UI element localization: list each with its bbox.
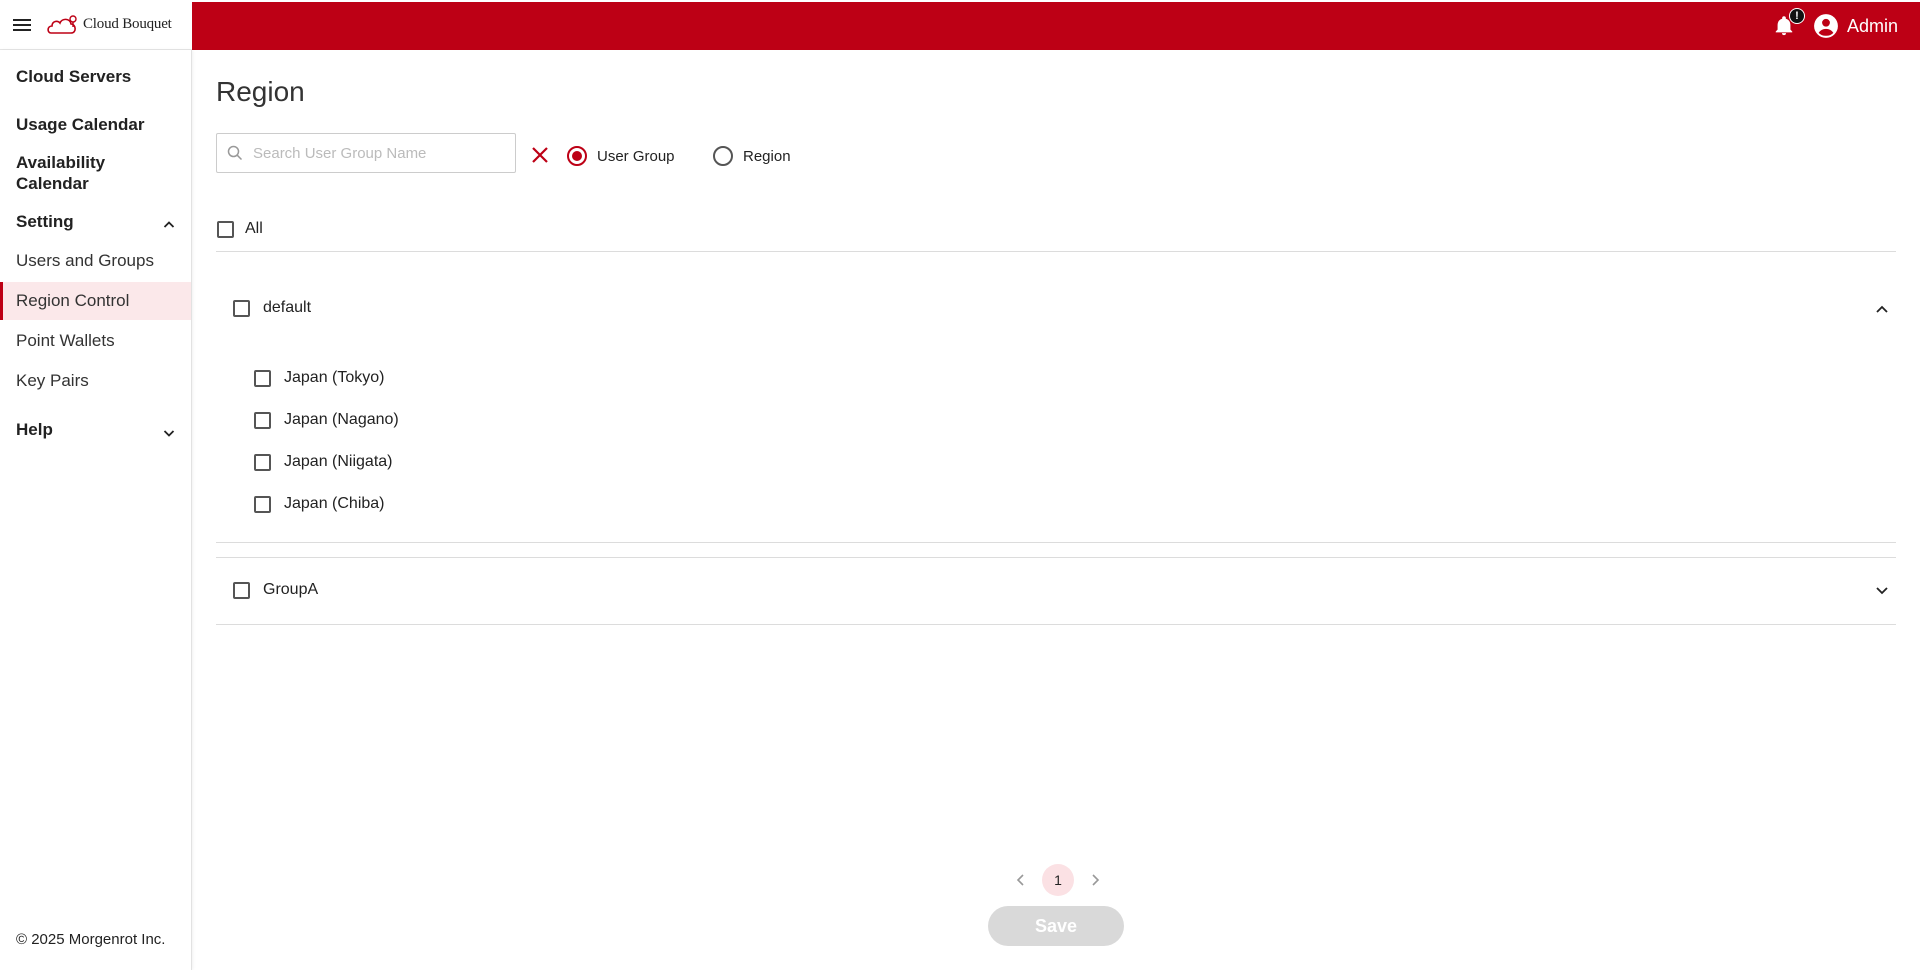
cloud-bouquet-logo-icon (47, 14, 77, 34)
chevron-up-icon (1876, 305, 1888, 313)
radio-region[interactable]: Region (713, 146, 791, 166)
page-title: Region (216, 76, 305, 107)
region-row[interactable]: Japan (Niigata) (254, 453, 393, 471)
group-row-default[interactable]: default (233, 299, 311, 317)
save-button[interactable]: Save (988, 906, 1124, 946)
search-icon (227, 145, 243, 161)
top-header: ! Admin (192, 2, 1920, 50)
divider (216, 624, 1896, 625)
account-circle-icon (1814, 14, 1838, 38)
region-name: Japan (Nagano) (284, 411, 399, 428)
region-name: Japan (Chiba) (284, 495, 385, 512)
brand-bar: Cloud Bouquet (0, 0, 192, 50)
divider (216, 557, 1896, 558)
main-content: Region User Group Region All (192, 50, 1920, 970)
notification-badge: ! (1788, 8, 1805, 24)
collapse-group-button[interactable] (1874, 301, 1890, 317)
sidebar-item-label: Point Wallets (16, 331, 115, 350)
sidebar-item-point-wallets[interactable]: Point Wallets (0, 326, 191, 356)
search-input[interactable] (253, 144, 503, 162)
region-row[interactable]: Japan (Chiba) (254, 495, 385, 513)
group-name: GroupA (263, 581, 319, 598)
clear-search-button[interactable] (530, 145, 550, 165)
pagination: 1 (1014, 864, 1102, 896)
chevron-left-icon (1016, 874, 1024, 886)
region-name: Japan (Tokyo) (284, 369, 385, 386)
select-all-checkbox[interactable] (217, 220, 234, 238)
sidebar-item-label: Availability Calendar (16, 153, 106, 193)
region-row[interactable]: Japan (Tokyo) (254, 369, 385, 387)
sidebar-item-cloud-servers[interactable]: Cloud Servers (0, 62, 191, 92)
sidebar-item-label: Cloud Servers (16, 67, 132, 86)
region-checkbox[interactable] (254, 411, 271, 429)
sidebar-item-label: Key Pairs (16, 371, 89, 390)
divider (216, 542, 1896, 543)
radio-label: User Group (597, 147, 675, 165)
brand-name: Cloud Bouquet (83, 16, 172, 32)
page-number-current[interactable]: 1 (1042, 864, 1074, 896)
chevron-down-icon (1876, 587, 1888, 595)
group-checkbox[interactable] (233, 299, 250, 317)
sidebar: Cloud Servers Usage Calendar Availabilit… (0, 50, 192, 970)
search-field[interactable] (216, 133, 516, 173)
chevron-up-icon (163, 216, 175, 228)
user-name: Admin (1846, 15, 1898, 36)
chevron-down-icon (163, 424, 175, 437)
sidebar-item-key-pairs[interactable]: Key Pairs (0, 366, 191, 396)
group-checkbox[interactable] (233, 581, 250, 599)
copyright: © 2025 Morgenrot Inc. (16, 931, 166, 948)
sidebar-item-availability-calendar[interactable]: Availability Calendar (0, 150, 191, 196)
radio-user-group[interactable]: User Group (567, 146, 675, 166)
region-checkbox[interactable] (254, 495, 271, 513)
prev-page-button[interactable] (1014, 873, 1028, 887)
sidebar-item-setting[interactable]: Setting (0, 207, 191, 237)
sidebar-item-region-control[interactable]: Region Control (0, 282, 191, 320)
menu-icon[interactable] (13, 17, 35, 33)
radio-label: Region (743, 147, 791, 165)
sidebar-item-label: Users and Groups (16, 251, 154, 270)
close-icon (532, 147, 548, 163)
chevron-right-icon (1092, 874, 1100, 886)
region-checkbox[interactable] (254, 453, 271, 471)
sidebar-item-label: Help (16, 420, 53, 439)
sidebar-item-label: Usage Calendar (16, 115, 145, 134)
expand-group-button[interactable] (1874, 583, 1890, 599)
group-name: default (263, 299, 312, 316)
sidebar-item-users-and-groups[interactable]: Users and Groups (0, 246, 191, 276)
notification-button[interactable]: ! (1773, 8, 1805, 38)
sidebar-item-usage-calendar[interactable]: Usage Calendar (0, 110, 191, 140)
sidebar-item-label: Region Control (16, 291, 130, 310)
region-name: Japan (Niigata) (284, 453, 393, 470)
radio-indicator[interactable] (713, 146, 733, 166)
sidebar-item-help[interactable]: Help (0, 415, 191, 445)
region-checkbox[interactable] (254, 369, 271, 387)
sidebar-item-label: Setting (16, 212, 74, 231)
divider (216, 251, 1896, 252)
region-row[interactable]: Japan (Nagano) (254, 411, 399, 429)
user-menu[interactable]: Admin (1813, 13, 1898, 39)
group-row-groupa[interactable]: GroupA (233, 581, 318, 599)
app-root: Cloud Bouquet ! Admin Cloud Servers Usag… (0, 0, 1920, 970)
next-page-button[interactable] (1088, 873, 1102, 887)
logo[interactable]: Cloud Bouquet (46, 13, 172, 37)
select-all-label: All (245, 220, 263, 237)
radio-indicator[interactable] (567, 146, 587, 166)
select-all-row: All (217, 220, 263, 238)
